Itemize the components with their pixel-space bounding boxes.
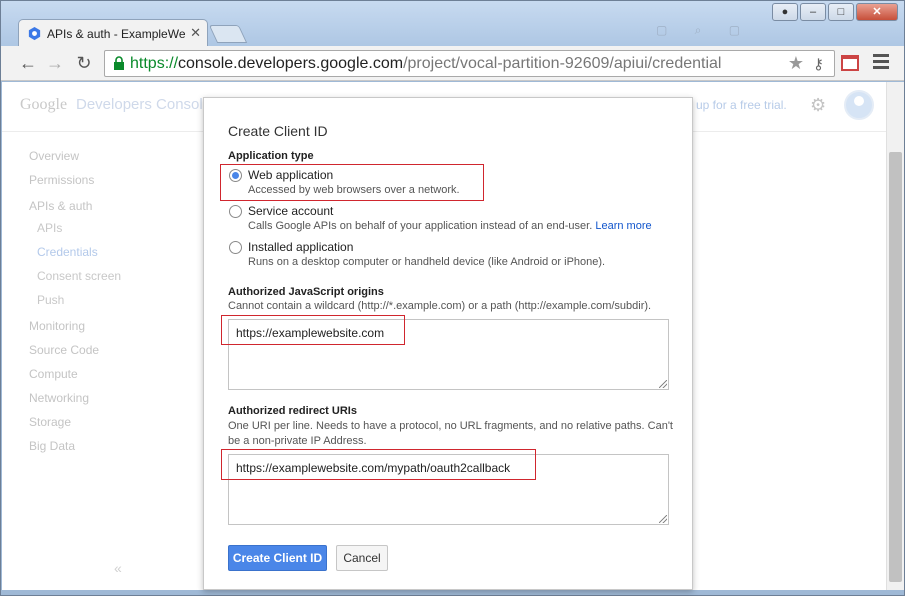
- dialog-title: Create Client ID: [228, 123, 328, 139]
- sidebar-item-networking[interactable]: Networking: [29, 391, 89, 405]
- cancel-button[interactable]: Cancel: [336, 545, 388, 571]
- close-tab-icon[interactable]: ✕: [190, 25, 201, 41]
- minimize-button[interactable]: –: [800, 3, 826, 21]
- key-icon[interactable]: ⚷: [813, 55, 824, 73]
- window-controls: ● – □ ✕: [772, 3, 898, 21]
- option-service-account-desc: Calls Google APIs on behalf of your appl…: [248, 220, 652, 232]
- window-decoration-icons: ▢ ⌕ ▢: [656, 23, 753, 37]
- url-text: https://console.developers.google.com/pr…: [130, 55, 721, 73]
- sidebar-item-apis-auth[interactable]: APIs & auth: [29, 199, 92, 213]
- js-origins-label: Authorized JavaScript origins: [228, 286, 384, 298]
- option-service-account-label[interactable]: Service account: [248, 204, 333, 218]
- tab-title: APIs & auth - ExampleWe: [47, 27, 186, 41]
- create-client-id-dialog: Create Client ID Application type Web ap…: [203, 97, 693, 590]
- hamburger-menu-icon[interactable]: [873, 54, 889, 72]
- browser-toolbar: ← → ↻ https://console.developers.google.…: [1, 46, 904, 81]
- free-trial-link[interactable]: up for a free trial.: [696, 98, 787, 112]
- content-panel: [692, 140, 886, 590]
- js-origins-hint: Cannot contain a wildcard (http://*.exam…: [228, 300, 652, 312]
- user-icon[interactable]: ●: [772, 3, 798, 21]
- sidebar-item-overview[interactable]: Overview: [29, 149, 79, 163]
- resize-grip-icon[interactable]: [659, 380, 667, 388]
- highlight-box-web-application: [220, 164, 484, 201]
- sidebar-item-credentials[interactable]: Credentials: [37, 245, 98, 259]
- url-path: /project/vocal-partition-92609/apiui/cre…: [403, 55, 722, 72]
- redirect-uris-hint-line1: One URI per line. Needs to have a protoc…: [228, 420, 673, 432]
- page-scrollbar[interactable]: [886, 82, 904, 590]
- url-scheme: https://: [130, 55, 179, 72]
- service-account-desc-text: Calls Google APIs on behalf of your appl…: [248, 220, 593, 232]
- gear-icon[interactable]: ⚙: [810, 95, 826, 116]
- avatar[interactable]: [844, 90, 874, 120]
- sidebar-item-compute[interactable]: Compute: [29, 367, 78, 381]
- sidebar-item-big-data[interactable]: Big Data: [29, 439, 75, 453]
- title-bar: APIs & auth - ExampleWe ✕ ▢ ⌕ ▢ ● – □ ✕: [1, 1, 904, 47]
- sidebar-item-storage[interactable]: Storage: [29, 415, 71, 429]
- redirect-uris-hint-line2: be a non-private IP Address.: [228, 435, 367, 447]
- radio-service-account[interactable]: [229, 205, 242, 218]
- sidebar-item-permissions[interactable]: Permissions: [29, 173, 94, 187]
- back-arrow-icon[interactable]: ←: [17, 52, 39, 74]
- close-window-button[interactable]: ✕: [856, 3, 898, 21]
- google-logo[interactable]: Google: [20, 96, 67, 114]
- calendar-extension-icon[interactable]: [841, 55, 859, 71]
- redirect-uris-label: Authorized redirect URIs: [228, 405, 357, 417]
- browser-tab[interactable]: APIs & auth - ExampleWe ✕: [18, 19, 208, 47]
- developers-console-icon: [28, 26, 41, 41]
- highlight-box-js-origin: [221, 315, 405, 345]
- lock-icon: [114, 56, 124, 70]
- highlight-box-redirect-uri: [221, 449, 536, 480]
- scrollbar-thumb[interactable]: [889, 152, 902, 582]
- learn-more-link[interactable]: Learn more: [595, 220, 651, 232]
- collapse-sidebar-icon[interactable]: «: [114, 560, 122, 576]
- resize-grip-icon[interactable]: [659, 515, 667, 523]
- sidebar-item-consent-screen[interactable]: Consent screen: [37, 269, 121, 283]
- sidebar-item-source-code[interactable]: Source Code: [29, 343, 99, 357]
- new-tab-button[interactable]: [208, 25, 248, 43]
- url-host: console.developers.google.com: [178, 55, 404, 72]
- option-installed-application-desc: Runs on a desktop computer or handheld d…: [248, 256, 606, 268]
- bookmark-star-icon[interactable]: ★: [788, 53, 804, 74]
- maximize-button[interactable]: □: [828, 3, 854, 21]
- browser-window: APIs & auth - ExampleWe ✕ ▢ ⌕ ▢ ● – □ ✕ …: [0, 0, 905, 596]
- forward-arrow-icon[interactable]: →: [44, 52, 66, 74]
- radio-installed-application[interactable]: [229, 241, 242, 254]
- application-type-label: Application type: [228, 150, 314, 162]
- create-client-id-button[interactable]: Create Client ID: [228, 545, 327, 571]
- address-bar[interactable]: https://console.developers.google.com/pr…: [104, 50, 835, 77]
- reload-icon[interactable]: ↻: [73, 52, 95, 74]
- sidebar-item-push[interactable]: Push: [37, 293, 64, 307]
- option-installed-application-label[interactable]: Installed application: [248, 240, 353, 254]
- console-title[interactable]: Developers Console: [76, 96, 211, 113]
- sidebar-item-monitoring[interactable]: Monitoring: [29, 319, 85, 333]
- sidebar-item-apis[interactable]: APIs: [37, 221, 62, 235]
